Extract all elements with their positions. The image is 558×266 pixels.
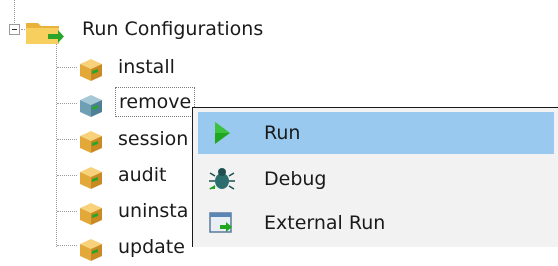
package-icon xyxy=(80,239,102,261)
tree-item-install[interactable]: install xyxy=(0,50,300,86)
external-run-icon xyxy=(209,212,232,233)
tree-root-label[interactable]: Run Configurations xyxy=(82,13,263,45)
menu-item-debug[interactable]: Debug xyxy=(198,158,554,200)
menu-item-run[interactable]: Run xyxy=(198,112,554,154)
menu-item-external-run[interactable]: External Run xyxy=(198,202,554,244)
menu-item-label: Run xyxy=(264,122,301,144)
package-icon xyxy=(80,59,102,81)
tree-item-label: install xyxy=(118,56,175,78)
play-icon xyxy=(215,122,230,144)
tree-item-label: audit xyxy=(118,164,167,186)
package-icon xyxy=(80,167,102,189)
package-icon xyxy=(80,203,102,225)
context-menu: Run Debug External Run xyxy=(192,107,558,247)
collapse-toggle-icon[interactable] xyxy=(9,24,20,35)
tree-item-label: remove xyxy=(115,87,196,117)
package-blue-icon xyxy=(80,95,102,117)
tree-item-label: update xyxy=(118,236,185,258)
folder-run-icon xyxy=(26,23,64,44)
menu-item-label: Debug xyxy=(264,168,327,190)
tree-item-label: uninsta xyxy=(118,200,189,222)
tree-item-label: session xyxy=(118,128,189,150)
menu-item-label: External Run xyxy=(264,212,386,234)
bug-icon xyxy=(209,168,235,190)
package-icon xyxy=(80,131,102,153)
tree-connector xyxy=(14,0,15,23)
